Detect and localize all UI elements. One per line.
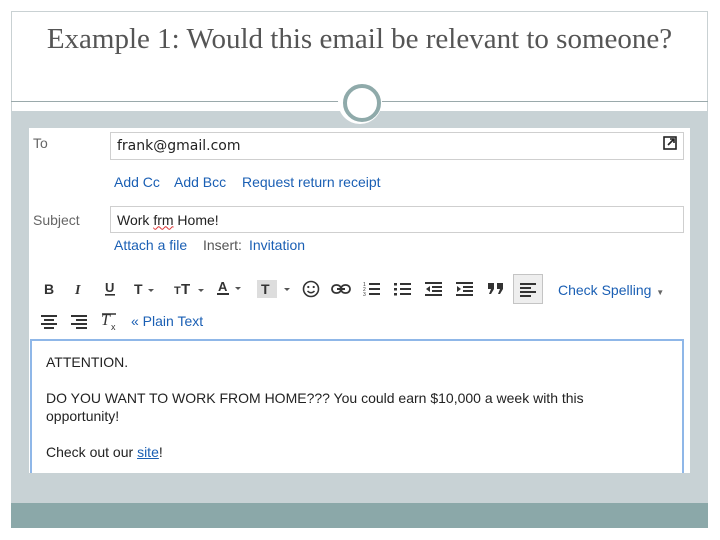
svg-text:T: T	[174, 285, 181, 296]
font-icon[interactable]: T	[131, 278, 159, 300]
svg-text:x: x	[111, 322, 116, 331]
insert-label: Insert:	[203, 237, 242, 253]
footer-band	[11, 503, 708, 528]
add-bcc-link[interactable]: Add Bcc	[174, 174, 226, 190]
slide-title: Example 1: Would this email be relevant …	[46, 23, 673, 55]
body-line-2: DO YOU WANT TO WORK FROM HOME??? You cou…	[46, 390, 584, 406]
subject-suffix: Home!	[173, 211, 219, 228]
svg-text:I: I	[74, 283, 81, 296]
svg-text:3: 3	[363, 292, 366, 298]
body-line-4: Check out our site!	[46, 444, 163, 460]
svg-text:U: U	[105, 281, 114, 295]
quote-icon[interactable]	[485, 278, 507, 300]
italic-icon[interactable]: I	[68, 278, 90, 300]
align-center-icon[interactable]	[38, 310, 60, 332]
highlight-icon[interactable]: T	[257, 278, 295, 300]
outdent-icon[interactable]	[423, 278, 445, 300]
body-line-1: ATTENTION.	[46, 354, 129, 370]
to-label: To	[33, 135, 48, 151]
plain-text-link[interactable]: « Plain Text	[131, 313, 203, 329]
numbered-list-icon[interactable]: 123	[361, 278, 383, 300]
body-line-3: opportunity!	[46, 408, 120, 424]
svg-text:T: T	[261, 281, 270, 297]
check-spelling-button[interactable]: Check Spelling ▼	[558, 282, 664, 298]
subject-misspelled-word: frm	[153, 211, 174, 228]
svg-text:A: A	[218, 280, 228, 294]
add-cc-link[interactable]: Add Cc	[114, 174, 160, 190]
check-spelling-label: Check Spelling	[558, 282, 652, 298]
bold-icon[interactable]: B	[38, 278, 60, 300]
underline-icon[interactable]: U	[99, 278, 121, 300]
svg-text:T: T	[181, 282, 190, 296]
invitation-link[interactable]: Invitation	[249, 237, 305, 253]
align-left-icon[interactable]	[517, 278, 539, 300]
body-line-4-prefix: Check out our	[46, 444, 138, 460]
message-body[interactable]: ATTENTION. DO YOU WANT TO WORK FROM HOME…	[30, 339, 684, 473]
emoji-icon[interactable]	[300, 278, 322, 300]
popout-icon[interactable]	[659, 132, 681, 154]
attach-file-link[interactable]: Attach a file	[114, 237, 187, 253]
to-field-value: frank@gmail.com	[117, 138, 241, 154]
site-link[interactable]: site	[137, 444, 159, 460]
text-color-icon[interactable]: A	[216, 277, 246, 299]
font-size-icon[interactable]: TT	[172, 278, 208, 300]
request-receipt-link[interactable]: Request return receipt	[242, 174, 381, 190]
subject-prefix: Work	[117, 211, 154, 228]
svg-text:B: B	[44, 282, 54, 296]
check-spelling-caret-icon: ▼	[656, 288, 665, 297]
align-right-icon[interactable]	[68, 310, 90, 332]
subject-label: Subject	[33, 212, 80, 228]
decorative-ring	[343, 84, 381, 122]
svg-text:T: T	[134, 282, 143, 296]
link-icon[interactable]	[330, 278, 352, 300]
remove-formatting-icon[interactable]: Tx	[99, 310, 121, 332]
bulleted-list-icon[interactable]	[392, 278, 414, 300]
subject-field[interactable]: Work frm Home!	[110, 206, 684, 233]
body-line-4-suffix: !	[158, 444, 163, 460]
indent-icon[interactable]	[454, 278, 476, 300]
to-field[interactable]: frank@gmail.com	[110, 132, 684, 160]
